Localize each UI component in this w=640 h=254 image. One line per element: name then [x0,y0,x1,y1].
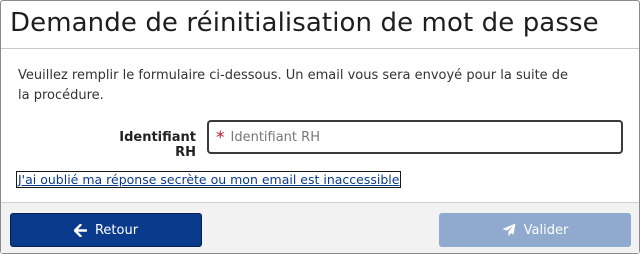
hr-id-input[interactable] [230,129,621,145]
hr-id-field[interactable]: * [207,120,623,154]
forgot-secret-link[interactable]: J'ai oublié ma réponse secrète ou mon em… [16,171,402,188]
required-marker: * [216,128,225,148]
back-button-label: Retour [94,222,139,238]
intro-text: Veuillez remplir le formulaire ci-dessou… [18,68,569,103]
paper-plane-icon [502,223,516,237]
hr-id-label: Identifiant RH [119,130,196,160]
arrow-left-icon [73,223,87,237]
validate-button[interactable]: Valider [439,213,631,247]
title-divider [1,48,639,49]
validate-button-label: Valider [523,222,569,238]
dialog-title: Demande de réinitialisation de mot de pa… [10,8,599,38]
back-button[interactable]: Retour [10,213,202,247]
